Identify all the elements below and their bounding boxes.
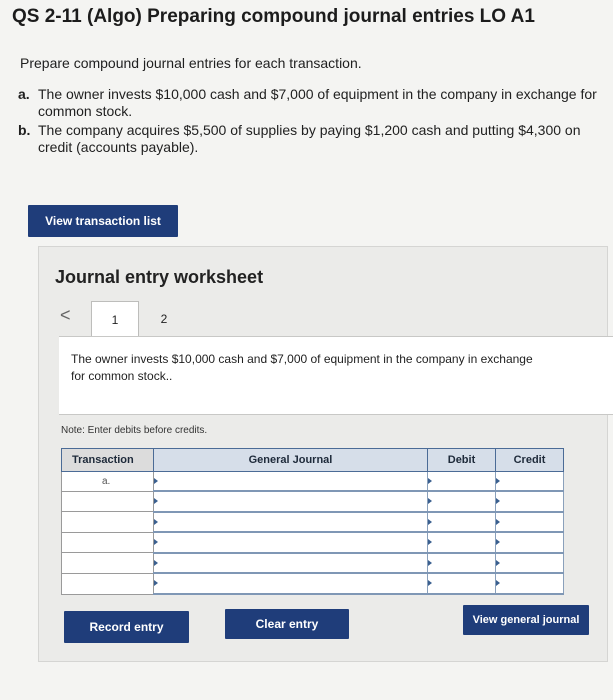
account-input[interactable] <box>153 552 428 575</box>
column-header-general-journal: General Journal <box>153 448 428 472</box>
table-row <box>61 490 564 513</box>
credit-input[interactable] <box>495 572 564 595</box>
transaction-cell <box>61 572 154 595</box>
transaction-item-b: b. The company acquires $5,500 of suppli… <box>18 122 608 156</box>
column-header-transaction: Transaction <box>61 448 154 472</box>
worksheet-title: Journal entry worksheet <box>55 267 264 287</box>
account-input[interactable] <box>153 572 428 595</box>
table-row: a. <box>61 471 564 493</box>
credit-input[interactable] <box>495 531 564 554</box>
transaction-letter: b. <box>18 122 31 138</box>
record-entry-button[interactable]: Record entry <box>64 611 189 643</box>
account-input[interactable] <box>153 471 428 493</box>
debit-input[interactable] <box>427 531 496 554</box>
column-header-debit: Debit <box>427 448 496 472</box>
credit-input[interactable] <box>495 511 564 534</box>
table-row <box>61 511 564 534</box>
tab-2[interactable]: 2 <box>149 301 179 337</box>
account-input[interactable] <box>153 490 428 513</box>
transaction-cell <box>61 490 154 513</box>
credit-input[interactable] <box>495 552 564 575</box>
view-general-journal-button[interactable]: View general journal <box>463 605 589 635</box>
transaction-list: a. The owner invests $10,000 cash and $7… <box>18 86 608 158</box>
account-input[interactable] <box>153 511 428 534</box>
debit-input[interactable] <box>427 572 496 595</box>
journal-entry-worksheet: Journal entry worksheet < 1 2 The owner … <box>38 246 613 662</box>
prev-arrow-icon[interactable]: < <box>60 305 71 326</box>
table-row <box>61 552 564 575</box>
credit-input[interactable] <box>495 490 564 513</box>
view-transaction-list-button[interactable]: View transaction list <box>28 205 178 237</box>
transaction-description-panel: The owner invests $10,000 cash and $7,00… <box>59 336 613 415</box>
table-row <box>61 531 564 554</box>
clear-entry-button[interactable]: Clear entry <box>225 609 349 639</box>
tab-1[interactable]: 1 <box>91 301 139 338</box>
journal-table-header: Transaction General Journal Debit Credit <box>61 448 564 472</box>
transaction-cell <box>61 531 154 554</box>
credit-input[interactable] <box>495 471 564 493</box>
transaction-text: The owner invests $10,000 cash and $7,00… <box>38 86 597 119</box>
debit-input[interactable] <box>427 552 496 575</box>
transaction-letter: a. <box>18 86 30 102</box>
journal-table: Transaction General Journal Debit Credit… <box>61 448 564 595</box>
transaction-cell <box>61 511 154 533</box>
debit-input[interactable] <box>427 490 496 513</box>
column-header-credit: Credit <box>495 448 564 472</box>
transaction-description: The owner invests $10,000 cash and $7,00… <box>71 352 533 383</box>
debit-credit-note: Note: Enter debits before credits. <box>61 425 208 436</box>
transaction-item-a: a. The owner invests $10,000 cash and $7… <box>18 86 608 120</box>
table-row <box>61 572 564 595</box>
debit-input[interactable] <box>427 511 496 534</box>
transaction-text: The company acquires $5,500 of supplies … <box>38 122 581 155</box>
transaction-cell: a. <box>61 471 154 492</box>
account-input[interactable] <box>153 531 428 554</box>
debit-input[interactable] <box>427 471 496 493</box>
transaction-cell <box>61 552 154 574</box>
instructions-text: Prepare compound journal entries for eac… <box>20 55 362 71</box>
page-title: QS 2-11 (Algo) Preparing compound journa… <box>12 6 535 27</box>
